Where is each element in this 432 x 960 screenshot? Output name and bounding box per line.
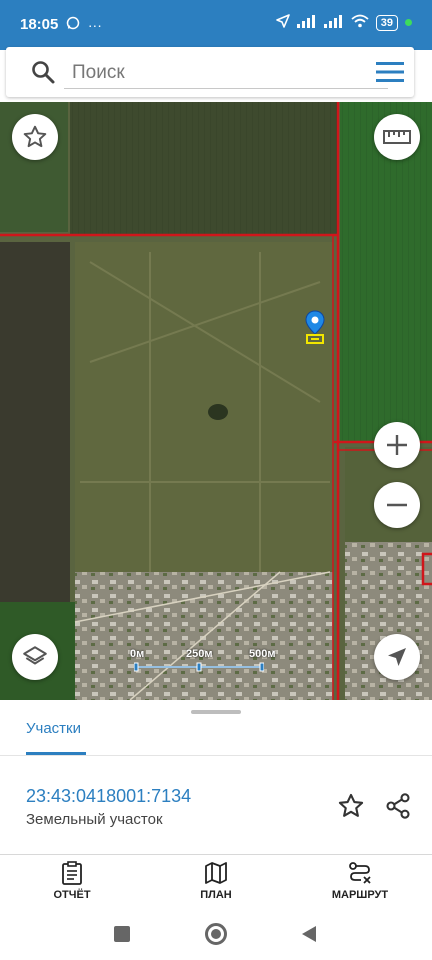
whatsapp-icon [66,16,84,33]
zoom-out-button[interactable] [374,482,420,528]
zoom-out-icon [387,503,407,507]
zoom-in-button[interactable] [374,422,420,468]
search-input[interactable]: Поиск [72,62,125,84]
nav-route[interactable]: МАРШРУТ [305,861,415,901]
battery-icon: 39 [375,14,398,31]
map-plan-icon [205,862,227,884]
map-pin-icon[interactable] [305,310,325,344]
tab-plots[interactable]: Участки [26,720,81,737]
zoom-in-icon [387,435,407,455]
search-icon[interactable] [30,59,56,85]
recent-apps-button[interactable] [114,926,130,942]
signal-icon [296,14,317,31]
nav-report[interactable]: ОТЧЁТ [17,861,127,901]
nav-plan-label: ПЛАН [200,889,232,901]
signal-icon [323,14,344,31]
map-imagery [0,102,432,700]
report-icon [62,861,82,885]
navigation-arrow-icon [388,648,406,666]
sheet-drag-handle[interactable] [191,710,241,714]
star-icon [23,125,47,148]
scale-bar [134,662,264,672]
my-location-button[interactable] [374,634,420,680]
search-bar[interactable]: Поиск [6,47,414,97]
tab-divider [0,755,432,756]
satellite-map[interactable]: 0м 250м 500м [0,102,432,700]
nav-route-label: МАРШРУТ [331,889,389,901]
back-icon[interactable] [301,925,317,943]
plot-type: Земельный участок [26,811,163,828]
ruler-button[interactable] [374,114,420,160]
scale-label: 500м [249,648,276,660]
more-icon: ··· [87,17,102,33]
scale-label: 0м [130,648,145,660]
nav-report-label: ОТЧЁТ [53,889,91,901]
layers-button[interactable] [12,634,58,680]
favorite-button[interactable] [12,114,58,160]
share-icon[interactable] [384,792,412,820]
cadastral-number-link[interactable]: 23:43:0418001:7134 [26,786,191,807]
nav-plan[interactable]: ПЛАН [161,861,271,901]
location-icon [275,14,290,31]
notification-dot [405,19,412,26]
status-bar: 18:05 ··· 39 [0,0,432,50]
ruler-icon [383,130,411,144]
bottom-sheet: Участки 23:43:0418001:7134 Земельный уча… [0,700,432,855]
menu-icon[interactable] [376,61,404,83]
scale-label: 250м [186,648,213,660]
wifi-icon [351,14,369,31]
layers-icon [23,646,47,665]
star-icon[interactable] [337,792,365,820]
home-button[interactable] [205,923,227,945]
route-icon [349,862,371,884]
bottom-navigation: ОТЧЁТ ПЛАН МАРШРУТ [0,854,432,910]
system-navigation-bar [0,910,432,960]
status-time: 18:05 [20,16,59,33]
